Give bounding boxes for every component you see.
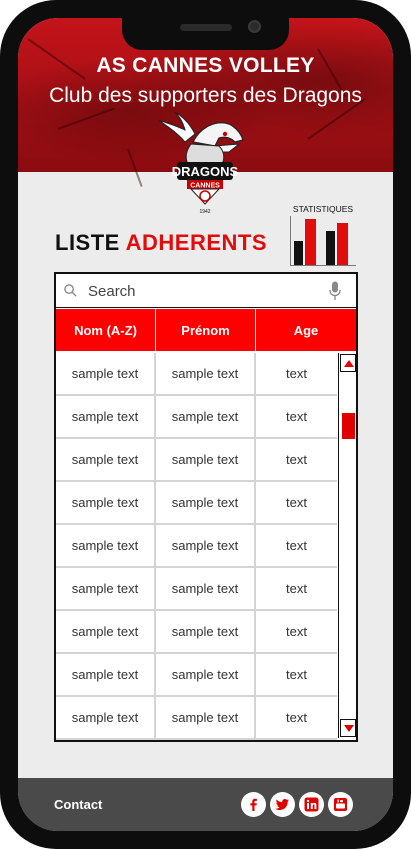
arrow-down-icon [344,725,354,732]
statistics-chart-icon [290,216,356,266]
table-row[interactable]: sample text sample text text [56,525,337,568]
statistics-button[interactable]: STATISTIQUES [288,204,358,268]
table-cell: sample text [156,525,256,566]
table-cell: text [286,581,307,596]
table-cell: text [286,452,307,467]
column-header-age[interactable]: Age [256,309,356,352]
screen: AS CANNES VOLLEY Club des supporters des… [18,18,393,831]
svg-text:DRAGONS: DRAGONS [172,164,239,179]
table-body: sample text sample text text sample text sam… [56,353,337,740]
table-header: Nom (A-Z) Prénom Age [56,309,356,352]
table-row[interactable]: sample text sample text text [56,654,337,697]
table-cell: sample text [156,697,256,738]
table-row[interactable]: sample text sample text text [56,611,337,654]
contact-link[interactable]: Contact [54,797,102,812]
members-table: Nom (A-Z) Prénom Age sample textsample t… [54,272,358,742]
scroll-thumb[interactable] [342,413,355,439]
table-cell: sample text [156,568,256,609]
footer: Contact [18,778,393,831]
table-cell: text [286,667,307,682]
table-cell: text [286,409,307,424]
speaker [180,24,232,31]
table-cell: text [286,710,307,725]
search-bar [56,274,356,308]
stats-bar [294,241,303,265]
svg-text:1942: 1942 [199,209,210,215]
scroll-down-button[interactable] [340,719,356,737]
search-icon [64,284,77,297]
svg-text:CANNES: CANNES [190,183,220,190]
table-cell: sample text [56,482,156,523]
table-cell: sample text [56,611,156,652]
table-cell: sample text [156,611,256,652]
page-title-part2: ADHERENTS [125,230,268,255]
statistics-label: STATISTIQUES [292,204,354,214]
table-cell: text [286,495,307,510]
column-header-prenom[interactable]: Prénom [156,309,256,352]
table-row[interactable]: sample text sample text text [56,396,337,439]
table-cell: sample text [56,568,156,609]
linkedin-icon[interactable] [299,792,324,817]
table-cell: sample text [56,525,156,566]
table-row[interactable]: sample text sample text text [56,439,337,482]
scrollbar[interactable] [338,353,356,738]
phone-frame: AS CANNES VOLLEY Club des supporters des… [0,0,411,849]
table-cell: text [286,624,307,639]
table-cell: sample text [56,654,156,695]
table-row[interactable]: sample text sample text text [56,482,337,525]
column-header-nom[interactable]: Nom (A-Z) [56,309,156,352]
stats-bar [337,223,348,265]
table-cell: sample text [156,482,256,523]
table-cell: sample text [156,439,256,480]
page-title: LISTE ADHERENTS [55,230,267,256]
table-cell: text [286,366,307,381]
scroll-up-button[interactable] [340,354,356,372]
camera [248,20,261,33]
stats-bar [305,219,316,265]
table-cell: sample text [156,654,256,695]
dragons-logo: DRAGONS CANNES 1942 [155,111,255,216]
table-cell: sample text [56,396,156,437]
table-cell: sample text [56,439,156,480]
club-title: AS CANNES VOLLEY [96,54,315,77]
table-cell: sample text [56,697,156,738]
table-row[interactable]: sample text sample text text [56,353,337,396]
search-input[interactable] [88,281,318,301]
table-row[interactable]: sample text sample text text [56,697,337,740]
club-subtitle: Club des supporters des Dragons [49,84,362,107]
table-cell: text [286,538,307,553]
microphone-icon[interactable] [329,281,341,301]
phone-notch [122,18,289,50]
page-title-part1: LISTE [55,230,120,255]
twitter-icon[interactable] [270,792,295,817]
youtube-icon[interactable] [328,792,353,817]
arrow-up-icon [344,360,354,367]
table-row[interactable]: sample text sample text text [56,568,337,611]
table-cell: sample text [56,353,156,394]
table-cell: sample text [156,353,256,394]
stats-bar [326,231,335,265]
facebook-icon[interactable] [241,792,266,817]
table-cell: sample text [156,396,256,437]
